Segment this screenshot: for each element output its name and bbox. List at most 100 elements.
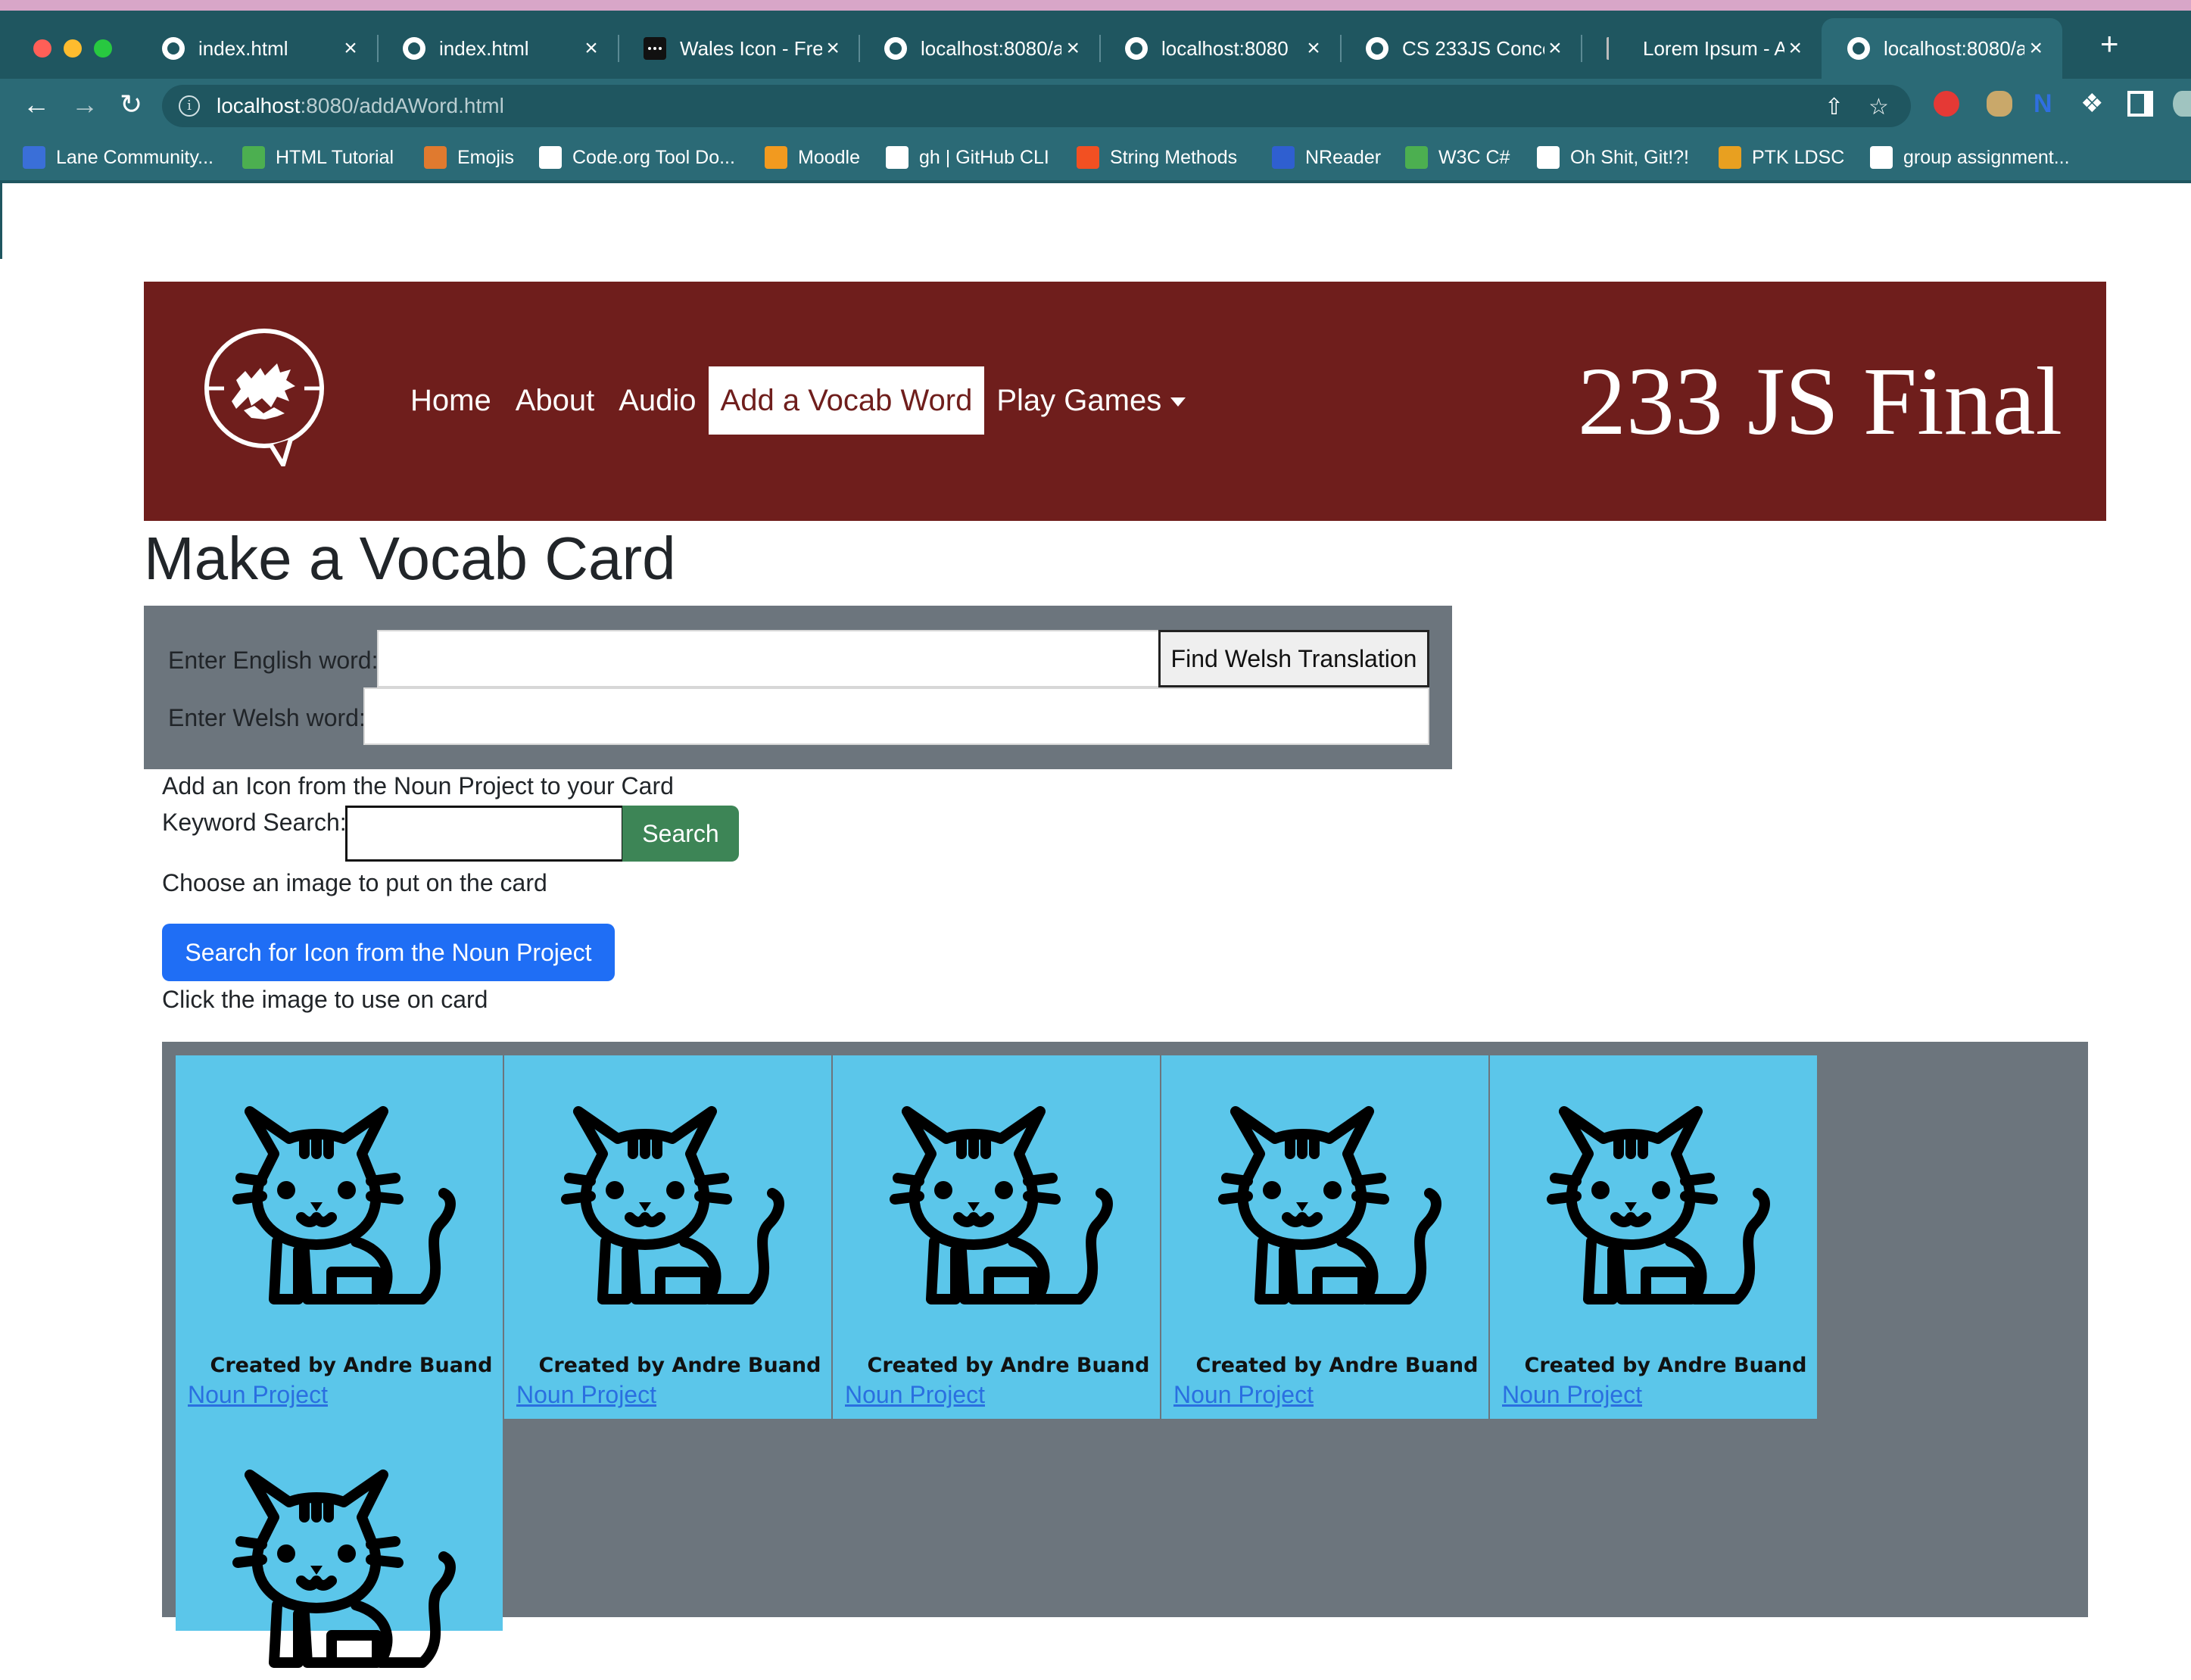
address-path: :8080/addAWord.html <box>300 94 504 117</box>
icon-result-card[interactable]: Created by Andre Buand Noun Project <box>504 1055 831 1419</box>
tab-close-icon[interactable]: × <box>822 36 843 61</box>
bookmark-star-icon[interactable]: ☆ <box>1868 94 1889 120</box>
tab-close-icon[interactable]: × <box>580 36 603 61</box>
browser-tab[interactable]: localhost:8080 × <box>1099 18 1340 79</box>
tab-close-icon[interactable]: × <box>2024 36 2047 61</box>
noun-project-link[interactable]: Noun Project <box>1173 1381 1314 1409</box>
bookmark-favicon-icon <box>242 146 265 169</box>
tab-close-icon[interactable]: × <box>1544 36 1566 61</box>
forward-arrow-icon[interactable]: → <box>71 89 98 120</box>
bookmark-item[interactable]: W3C C# <box>1405 144 1510 171</box>
nreader-extension-icon[interactable]: N <box>2034 91 2059 117</box>
reload-icon[interactable]: ↻ <box>120 89 142 120</box>
cat-icon[interactable] <box>229 1093 456 1313</box>
bookmark-item[interactable]: PTK LDSC <box>1719 144 1844 171</box>
minimize-window-button[interactable] <box>64 39 82 58</box>
noun-project-link[interactable]: Noun Project <box>845 1381 985 1409</box>
bookmark-item[interactable]: NReader <box>1272 144 1381 171</box>
browser-tab[interactable]: Wales Icon - Free × <box>618 18 859 79</box>
adblock-extension-icon[interactable] <box>1934 91 1959 117</box>
icon-result-card[interactable]: Created by Andre Buand Noun Project <box>833 1055 1160 1419</box>
browser-tab[interactable]: index.html × <box>136 18 377 79</box>
icon-credit-text: Created by Andre Buand <box>867 1354 1150 1377</box>
noun-project-search-button[interactable]: Search for Icon from the Noun Project <box>162 924 615 981</box>
back-arrow-icon[interactable]: ← <box>23 89 50 120</box>
browser-tab[interactable]: Lorem Ipsum - A × <box>1581 18 1822 79</box>
bookmark-label: Lane Community... <box>56 146 213 168</box>
wales-dragon-logo-icon[interactable] <box>201 326 327 466</box>
icon-result-card[interactable]: Created by Andre Buand Noun Project <box>1161 1055 1488 1419</box>
bookmark-label: gh | GitHub CLI <box>919 146 1049 168</box>
icon-result-card[interactable] <box>176 1419 503 1668</box>
globe-icon <box>1366 37 1388 60</box>
noun-project-link[interactable]: Noun Project <box>188 1381 328 1409</box>
bookmark-item[interactable]: HTML Tutorial <box>242 144 394 171</box>
sidebar-panel-icon[interactable] <box>2127 91 2153 117</box>
welsh-word-label: Enter Welsh word: <box>168 704 366 731</box>
icon-result-card[interactable]: Created by Andre Buand Noun Project <box>176 1055 503 1419</box>
icon-credit-text: Created by Andre Buand <box>1195 1354 1479 1377</box>
nav-link-add-a-vocab-word[interactable]: Add a Vocab Word <box>708 366 985 435</box>
tab-close-icon[interactable]: × <box>1784 36 1806 61</box>
bookmark-item[interactable]: Moodle <box>765 144 860 171</box>
bookmark-favicon-icon <box>424 146 447 169</box>
info-icon[interactable]: i <box>179 95 200 117</box>
bookmark-item[interactable]: Oh Shit, Git!?! <box>1537 144 1689 171</box>
system-menubar <box>0 0 2191 11</box>
tab-close-icon[interactable]: × <box>339 36 362 61</box>
puzzle-extensions-icon[interactable]: ❖ <box>2080 91 2106 117</box>
tab-close-icon[interactable]: × <box>1061 36 1084 61</box>
noun-project-link[interactable]: Noun Project <box>1502 1381 1642 1409</box>
cat-icon[interactable] <box>1214 1093 1441 1313</box>
find-welsh-translation-button[interactable]: Find Welsh Translation <box>1158 630 1429 687</box>
bookmark-item[interactable]: Lane Community... <box>23 144 213 171</box>
cat-icon[interactable] <box>886 1093 1113 1313</box>
english-word-input[interactable] <box>377 630 1160 687</box>
tab-separator <box>1099 35 1101 62</box>
close-window-button[interactable] <box>33 39 51 58</box>
bookmark-favicon-icon <box>765 146 787 169</box>
welsh-word-input[interactable] <box>363 687 1429 745</box>
bookmark-favicon-icon <box>1537 146 1560 169</box>
dots-icon <box>644 37 666 60</box>
noun-project-link[interactable]: Noun Project <box>516 1381 656 1409</box>
bookmark-label: Moodle <box>798 146 860 168</box>
nav-link-label: Add a Vocab Word <box>720 384 973 417</box>
icon-prompt-text: Add an Icon from the Noun Project to you… <box>162 772 674 799</box>
nav-link-home[interactable]: Home <box>398 366 503 435</box>
bookmark-item[interactable]: Code.org Tool Do... <box>539 144 735 171</box>
globe-icon <box>884 37 907 60</box>
icon-credit-text: Created by Andre Buand <box>538 1354 821 1377</box>
profile-avatar-icon[interactable] <box>2173 91 2191 117</box>
cat-icon[interactable] <box>229 1457 456 1676</box>
bookmark-item[interactable]: Emojis <box>424 144 514 171</box>
tab-title: localhost:8080 <box>1161 36 1289 60</box>
icon-result-card[interactable]: Created by Andre Buand Noun Project <box>1490 1055 1817 1419</box>
browser-tab[interactable]: localhost:8080/a × <box>859 18 1099 79</box>
viewport-edge <box>0 183 2 259</box>
nav-link-audio[interactable]: Audio <box>606 366 708 435</box>
keyword-search-button[interactable]: Search <box>622 806 739 862</box>
extension-off-icon[interactable] <box>1987 91 2012 117</box>
nav-link-play-games[interactable]: Play Games <box>984 366 1198 435</box>
globe-icon <box>403 37 425 60</box>
cat-icon[interactable] <box>557 1093 784 1313</box>
browser-tab[interactable]: index.html × <box>377 18 618 79</box>
browser-tab[interactable]: localhost:8080/a × <box>1822 18 2062 79</box>
new-tab-button[interactable]: + <box>2100 28 2119 60</box>
nav-link-label: Audio <box>619 384 697 417</box>
bookmark-item[interactable]: String Methods <box>1077 144 1237 171</box>
cat-icon[interactable] <box>1543 1093 1770 1313</box>
maximize-window-button[interactable] <box>94 39 112 58</box>
share-icon[interactable]: ⇧ <box>1825 94 1843 120</box>
bookmark-item[interactable]: group assignment... <box>1870 144 2070 171</box>
nav-link-label: Home <box>410 384 491 417</box>
bookmark-item[interactable]: gh | GitHub CLI <box>886 144 1049 171</box>
bookmark-label: PTK LDSC <box>1752 146 1845 168</box>
browser-tab[interactable]: CS 233JS Conce × <box>1340 18 1581 79</box>
address-bar[interactable]: i localhost:8080/addAWord.html ⇧ ☆ <box>162 85 1911 127</box>
icon-results-panel: Created by Andre Buand Noun Project Create… <box>162 1042 2088 1668</box>
keyword-search-input[interactable] <box>345 806 624 862</box>
tab-close-icon[interactable]: × <box>1302 36 1325 61</box>
nav-link-about[interactable]: About <box>503 366 607 435</box>
